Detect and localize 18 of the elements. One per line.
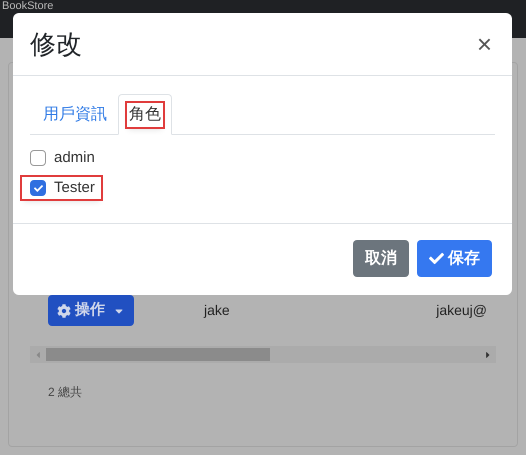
tab[interactable]: 用戶資訊 [32,94,118,135]
gear-icon [57,304,71,318]
close-button[interactable]: × [476,31,495,57]
table-cell-text: jake [204,301,230,320]
actions-button[interactable]: 操作 [48,295,134,326]
total-count: 2 總共 [48,384,84,401]
table-cell-text: jakeuj@ [436,301,487,320]
modal-title: 修改 [30,28,82,60]
role-checkbox[interactable]: Tester [22,177,101,199]
check-icon [429,251,444,266]
save-button[interactable]: 保存 [417,240,492,277]
horizontal-scrollbar[interactable] [30,346,496,363]
role-checkbox[interactable]: admin [30,147,95,169]
scrollbar-thumb[interactable] [46,348,270,361]
tab[interactable]: 角色 [118,94,172,135]
brand-name[interactable]: BookStore [2,0,54,12]
check-icon [34,184,42,192]
cancel-button[interactable]: 取消 [353,240,409,277]
